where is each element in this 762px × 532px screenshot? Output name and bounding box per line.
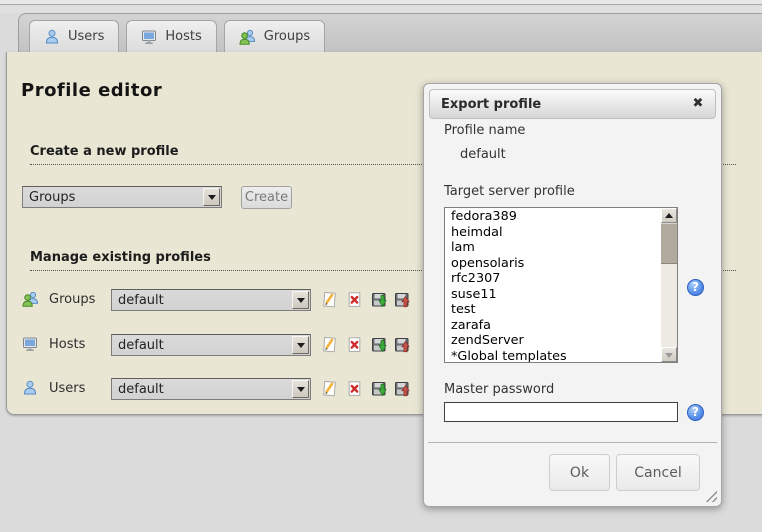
chevron-down-icon[interactable] bbox=[203, 188, 220, 206]
user-icon bbox=[44, 29, 60, 45]
create-button[interactable]: Create bbox=[241, 186, 292, 209]
export-profile-icon[interactable] bbox=[394, 380, 411, 397]
host-icon bbox=[22, 336, 39, 353]
list-item[interactable]: *Global templates bbox=[445, 349, 660, 364]
delete-profile-icon[interactable] bbox=[346, 336, 363, 353]
list-item[interactable]: rfc2307 bbox=[445, 271, 660, 287]
import-profile-icon[interactable] bbox=[371, 291, 388, 308]
groups-profile-select-value: default bbox=[118, 293, 164, 308]
chevron-down-icon[interactable] bbox=[292, 380, 309, 398]
groups-profile-select[interactable]: default bbox=[111, 289, 311, 311]
user-icon bbox=[22, 380, 39, 397]
page-title: Profile editor bbox=[21, 80, 162, 101]
list-item[interactable]: fedora389 bbox=[445, 209, 660, 225]
close-icon[interactable]: ✖ bbox=[690, 96, 706, 112]
cancel-button[interactable]: Cancel bbox=[616, 454, 700, 491]
window-top-strip bbox=[0, 0, 762, 5]
dialog-title: Export profile bbox=[441, 97, 541, 112]
import-profile-icon[interactable] bbox=[371, 380, 388, 397]
users-profile-select[interactable]: default bbox=[111, 378, 311, 400]
tab-groups-label: Groups bbox=[264, 29, 310, 44]
row-label: Groups bbox=[49, 292, 95, 307]
row-label: Users bbox=[49, 381, 85, 396]
profile-name-value: default bbox=[460, 147, 506, 162]
list-item[interactable]: test bbox=[445, 302, 660, 318]
host-icon bbox=[141, 29, 157, 45]
edit-profile-icon[interactable] bbox=[321, 380, 338, 397]
account-type-tabbar: Users Hosts bbox=[18, 13, 762, 52]
edit-profile-icon[interactable] bbox=[321, 336, 338, 353]
help-icon[interactable]: ? bbox=[687, 279, 704, 296]
import-profile-icon[interactable] bbox=[371, 336, 388, 353]
chevron-down-icon[interactable] bbox=[292, 291, 309, 309]
scrollbar-thumb[interactable] bbox=[661, 223, 677, 264]
tab-users-label: Users bbox=[68, 29, 104, 44]
chevron-down-icon[interactable] bbox=[292, 336, 309, 354]
dialog-titlebar[interactable]: Export profile ✖ bbox=[429, 89, 716, 119]
list-item[interactable]: heimdal bbox=[445, 225, 660, 241]
master-password-label: Master password bbox=[444, 382, 554, 397]
hosts-profile-select-value: default bbox=[118, 338, 164, 353]
delete-profile-icon[interactable] bbox=[346, 291, 363, 308]
export-profile-dialog: Export profile ✖ Profile name default Ta… bbox=[423, 83, 722, 507]
app-window: Users Hosts bbox=[0, 0, 762, 532]
list-item[interactable]: suse11 bbox=[445, 287, 660, 303]
listbox-scrollbar[interactable] bbox=[661, 208, 677, 362]
ok-button[interactable]: Ok bbox=[549, 454, 610, 491]
window-top-strip-2 bbox=[0, 6, 762, 13]
target-server-profile-listbox[interactable]: fedora389 heimdal lam opensolaris rfc230… bbox=[444, 207, 678, 363]
master-password-input[interactable] bbox=[444, 402, 678, 422]
account-type-select[interactable]: Groups bbox=[22, 186, 222, 208]
list-item[interactable]: zarafa bbox=[445, 318, 660, 334]
scroll-down-icon[interactable] bbox=[661, 347, 677, 362]
target-server-profile-label: Target server profile bbox=[444, 184, 575, 199]
tab-hosts-label: Hosts bbox=[165, 29, 201, 44]
list-item[interactable]: opensolaris bbox=[445, 256, 660, 272]
tab-hosts[interactable]: Hosts bbox=[126, 20, 216, 52]
groups-icon bbox=[239, 29, 256, 45]
list-item[interactable]: lam bbox=[445, 240, 660, 256]
export-profile-icon[interactable] bbox=[394, 291, 411, 308]
dialog-buttonpane: Ok Cancel bbox=[428, 442, 717, 504]
help-icon[interactable]: ? bbox=[687, 404, 704, 421]
scroll-up-icon[interactable] bbox=[661, 208, 677, 223]
export-profile-icon[interactable] bbox=[394, 336, 411, 353]
groups-icon bbox=[22, 291, 39, 308]
tab-users[interactable]: Users bbox=[29, 20, 119, 52]
listbox-items: fedora389 heimdal lam opensolaris rfc230… bbox=[445, 209, 660, 363]
edit-profile-icon[interactable] bbox=[321, 291, 338, 308]
account-type-select-value: Groups bbox=[29, 190, 75, 205]
row-label: Hosts bbox=[49, 337, 85, 352]
users-profile-select-value: default bbox=[118, 382, 164, 397]
tab-groups[interactable]: Groups bbox=[224, 20, 325, 52]
profile-name-label: Profile name bbox=[444, 123, 525, 138]
list-item[interactable]: zendServer bbox=[445, 333, 660, 349]
hosts-profile-select[interactable]: default bbox=[111, 334, 311, 356]
tab-list: Users Hosts bbox=[29, 20, 325, 52]
delete-profile-icon[interactable] bbox=[346, 380, 363, 397]
